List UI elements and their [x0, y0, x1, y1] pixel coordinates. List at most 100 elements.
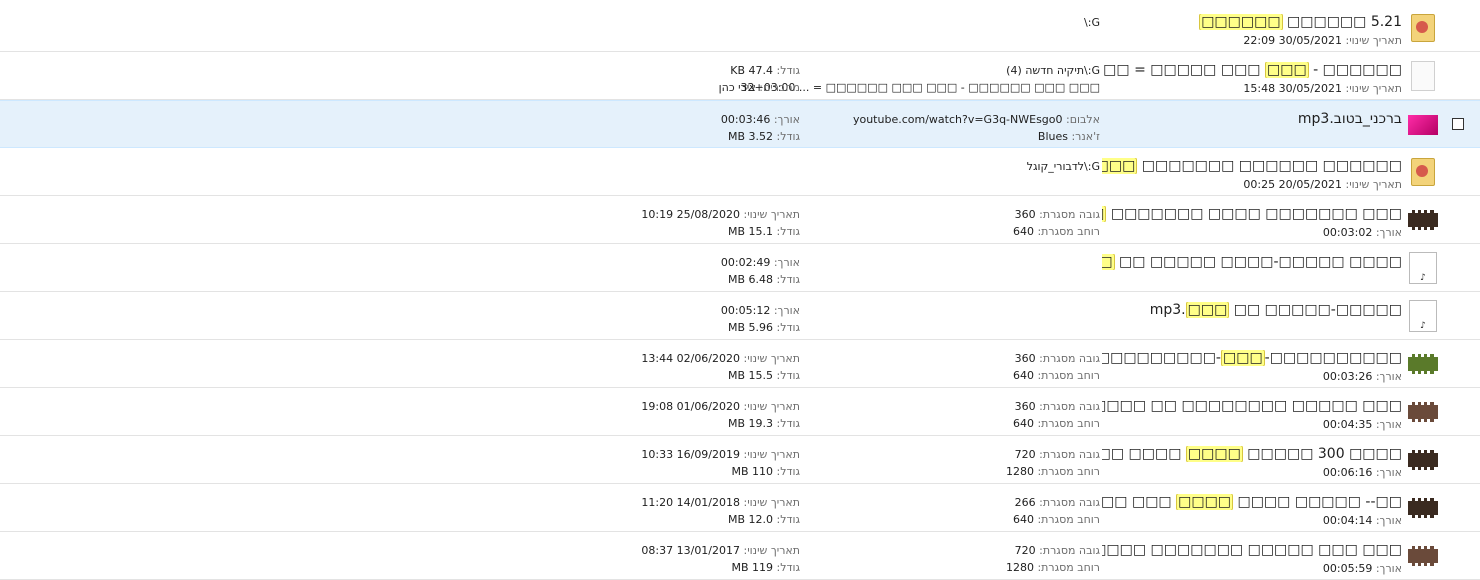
meta-col3-line2-value: 12.0 MB — [727, 513, 773, 526]
meta-col3-line1: אורך: 00:03:46 — [721, 113, 800, 126]
result-row[interactable]: □□□□□□ □□□□□□ □□□□□□□ □□□□□□ תאריך שינוי:… — [0, 148, 1480, 196]
result-row[interactable]: □□□□□□□□□□-□□□-□□□□□□□□□-□□□□-Cha אורך: 0… — [0, 340, 1480, 388]
file-detail-value: 30/05/2021 15:48 — [1243, 82, 1343, 95]
file-name-part: □□□ □□□□□ □□□□□□□□ □□ □□□□ □□□□... — [1102, 398, 1402, 414]
file-name-part: □□□□□-□□□□□ □□ — [1229, 302, 1402, 318]
meta-col3-line1-label: תאריך שינוי: — [740, 496, 801, 509]
file-name[interactable]: □□□□ 300 □□□□□ □□□□ □□□□ □□□□ □... • — [1102, 446, 1402, 462]
meta-col3-line1-label: תאריך שינוי: — [740, 352, 801, 365]
video-icon — [1408, 354, 1438, 374]
meta-col3-line1-value: 14/01/2018 11:20 — [641, 496, 741, 509]
file-detail: תאריך שינוי: 30/05/2021 22:09 — [1243, 34, 1402, 47]
meta-col3-line1-value: 01/06/2020 19:08 — [641, 400, 741, 413]
file-name[interactable]: □□□□□□ □□□□□□ □□□□□□□ □□□□□□ — [1102, 158, 1402, 174]
file-name[interactable]: □□□□□□□□□□-□□□-□□□□□□□□□-□□□□-Cha — [1102, 350, 1402, 366]
meta-col3-line1-value: 47.4 KB — [730, 64, 773, 77]
folder-icon — [1411, 158, 1435, 186]
result-row[interactable]: ♪ □□□□ □□□□□-□□□□ □□□□□ □□ □□□.mp3 אורך: 0… — [0, 244, 1480, 292]
meta-col3-line1-value: 00:03:46 — [720, 113, 771, 126]
meta-col2-line2: רוחב מסגרת: 640 — [1013, 369, 1100, 382]
file-thumbnail — [1408, 205, 1438, 235]
result-row[interactable]: □□□□□□ - □□□ □□□ □□□□□ = □□□□□ □□□... תאר… — [0, 52, 1480, 100]
file-name-part: .mp3 — [1149, 302, 1186, 318]
meta-col3-line2-label: גודל: — [773, 465, 800, 478]
select-checkbox[interactable] — [1452, 118, 1464, 130]
meta-col3-line2: גודל: 3.52 MB — [728, 130, 800, 143]
file-detail-value: 00:05:59 — [1322, 562, 1373, 575]
file-thumbnail — [1408, 445, 1438, 475]
album-art-icon — [1408, 115, 1438, 135]
meta-col3-line2-value: 3.52 MB — [727, 130, 773, 143]
meta-col2-line1: גובה מסגרת: 266 — [1015, 496, 1100, 509]
video-icon — [1408, 450, 1438, 470]
file-thumbnail — [1408, 61, 1438, 91]
file-name-part: □□□□ □□□□□-□□□□ □□□□□ □□ — [1114, 254, 1402, 270]
file-thumbnail — [1408, 13, 1438, 43]
meta-col3-line2-label: גודל: — [773, 321, 800, 334]
result-row[interactable]: 5.21 □□□□□□ □□□□□□ תאריך שינוי: 30/05/202… — [0, 4, 1480, 52]
meta-col3-line2: גודל: 19.3 MB — [728, 417, 800, 430]
meta-col3-line2-value: 19.3 MB — [727, 417, 773, 430]
meta-col3-line1-label: תאריך שינוי: — [740, 544, 801, 557]
video-icon — [1408, 210, 1438, 230]
file-detail: תאריך שינוי: 30/05/2021 15:48 — [1243, 82, 1402, 95]
meta-col2-line2-label: רוחב מסגרת: — [1033, 465, 1100, 478]
file-detail: אורך: 00:05:59 — [1323, 562, 1402, 575]
meta-col3-line1-label: אורך: — [770, 304, 800, 317]
meta-col2-line2-value: 640 — [1012, 417, 1034, 430]
video-icon — [1408, 498, 1438, 518]
meta-col3-line1: אורך: 00:05:12 — [721, 304, 800, 317]
meta-col2-line1-value: G:\תיקיה חדשה (4) — [1006, 64, 1100, 77]
meta-col3-line1-label: תאריך שינוי: — [740, 448, 801, 461]
search-highlight: □□□□ — [1185, 446, 1243, 462]
meta-col2-line2-label: רוחב מסגרת: — [1033, 561, 1100, 574]
file-name[interactable]: ברכני_בטוב.mp3 — [1298, 111, 1402, 127]
file-name[interactable]: □□□ □□□□□ □□□□□□□□ □□ □□□□ □□□□... — [1102, 398, 1402, 414]
result-row[interactable]: □□□ □□□ □□□□□ □□□□□□□ □□□□ □' □□□□... אור… — [0, 532, 1480, 580]
search-highlight: □□□ — [1264, 62, 1309, 78]
meta-col2-line1: G:\תיקיה חדשה (4) — [1006, 64, 1100, 77]
result-row[interactable]: ברכני_בטוב.mp3 אלבום: youtube.com/watch?v… — [0, 100, 1480, 148]
search-highlight: □□□ — [1220, 350, 1265, 366]
search-highlight: □□□□□□ — [1102, 158, 1138, 174]
meta-col3-line1-value: 00:05:12 — [720, 304, 771, 317]
file-name[interactable]: □□□□ □□□□□-□□□□ □□□□□ □□ □□□.mp3 — [1102, 254, 1402, 270]
result-row[interactable]: □□□□ 300 □□□□□ □□□□ □□□□ □□□□ □... • אורך… — [0, 436, 1480, 484]
meta-col2-line1: G:\לדבורי_קוגל — [1027, 160, 1100, 173]
meta-col2-line2-value: Blues — [1037, 130, 1068, 143]
meta-col3-line2-value: 119 MB — [731, 561, 773, 574]
result-row[interactable]: ♪ □□□□□-□□□□□ □□ □□□.mp3 אורך: 00:05:12 גוד… — [0, 292, 1480, 340]
result-row[interactable]: □□-- □□□□□ □□□□ □□□□ □□□ □□□□ □□...- אורך… — [0, 484, 1480, 532]
file-name[interactable]: □□-- □□□□□ □□□□ □□□□ □□□ □□□□ □□...- — [1102, 494, 1402, 510]
file-detail-label: אורך: — [1372, 418, 1402, 431]
file-name-part: □□-- □□□□□ □□□□ — [1233, 494, 1402, 510]
file-thumbnail — [1408, 541, 1438, 571]
result-row[interactable]: □□□ □□□□□ □□□□□□□□ □□ □□□□ □□□□... אורך: … — [0, 388, 1480, 436]
file-detail-label: אורך: — [1372, 370, 1402, 383]
meta-col2-line1: גובה מסגרת: 720 — [1015, 544, 1100, 557]
meta-col3-line1-label: תאריך שינוי: — [740, 208, 801, 221]
folder-icon — [1411, 14, 1435, 42]
meta-col2-line2: רוחב מסגרת: 640 — [1013, 513, 1100, 526]
meta-col2-line2: רוחב מסגרת: 640 — [1013, 225, 1100, 238]
file-name[interactable]: 5.21 □□□□□□ □□□□□□ — [1199, 14, 1402, 30]
result-row[interactable]: □□□ □□□□□□□ □□□□ □□□□□□□ □□□ □□□□□□ אורך:… — [0, 196, 1480, 244]
meta-col2-line2-label: רוחב מסגרת: — [1033, 369, 1100, 382]
file-name[interactable]: □□□□□-□□□□□ □□ □□□.mp3 — [1150, 302, 1402, 318]
meta-col3-line2-label: גודל: — [773, 561, 800, 574]
file-name[interactable]: □□□ □□□□□□□ □□□□ □□□□□□□ □□□ □□□□□□ — [1102, 206, 1402, 222]
meta-col2-line1-value: 360 — [1014, 352, 1036, 365]
music-file-icon: ♪ — [1409, 252, 1437, 284]
file-detail: תאריך שינוי: 20/05/2021 00:25 — [1243, 178, 1402, 191]
meta-col2-line1: גובה מסגרת: 360 — [1015, 352, 1100, 365]
file-name[interactable]: □□□□□□ - □□□ □□□ □□□□□ = □□□□□ □□□... — [1102, 62, 1402, 78]
meta-col3-line1-value: 16/09/2019 10:33 — [641, 448, 741, 461]
meta-col3-line2: גודל: 6.48 MB — [728, 273, 800, 286]
meta-col2-line2: ז'אנר: Blues — [1038, 130, 1100, 143]
file-name[interactable]: □□□ □□□ □□□□□ □□□□□□□ □□□□ □' □□□□... — [1102, 542, 1402, 558]
meta-col3-line2-label: גודל: — [773, 273, 800, 286]
meta-col3-line2-value: 15.1 MB — [727, 225, 773, 238]
meta-col2-line1-label: גובה מסגרת: — [1035, 544, 1100, 557]
file-name-part: □□□ □□□□ □□...- — [1102, 494, 1172, 510]
file-detail: אורך: 00:04:14 — [1323, 514, 1402, 527]
